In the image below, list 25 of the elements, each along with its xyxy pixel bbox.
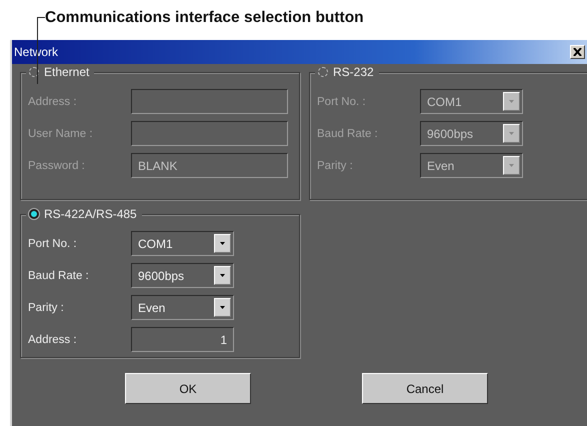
field-label: Parity : [28,302,65,314]
dropdown[interactable]: 9600bps [131,263,234,288]
close-button[interactable] [570,45,585,59]
group-label: Ethernet [44,65,90,79]
dialog-button[interactable]: OK [125,373,251,404]
dropdown[interactable]: Even [131,295,234,320]
field-label: Baud Rate : [28,270,90,282]
group-label: RS-422A/RS-485 [44,207,137,221]
field-label: Port No. : [28,238,78,250]
input-field[interactable]: 1 [131,327,234,352]
window-title: Network [14,45,58,59]
field-label: Parity : [317,160,354,172]
dialog-button[interactable]: Cancel [362,373,488,404]
input-field[interactable] [131,121,288,146]
dropdown[interactable]: COM1 [131,231,234,256]
radio-button[interactable] [29,209,39,219]
field-label: User Name : [28,128,94,140]
group-label: RS-232 [333,65,374,79]
field-label: Password : [28,160,86,172]
annotation-label: Communications interface selection button [45,9,364,27]
field-label: Baud Rate : [317,128,379,140]
field-label: Address : [28,334,78,346]
field-label: Address : [28,96,78,108]
input-field[interactable] [131,89,288,114]
field-label: Port No. : [317,96,367,108]
